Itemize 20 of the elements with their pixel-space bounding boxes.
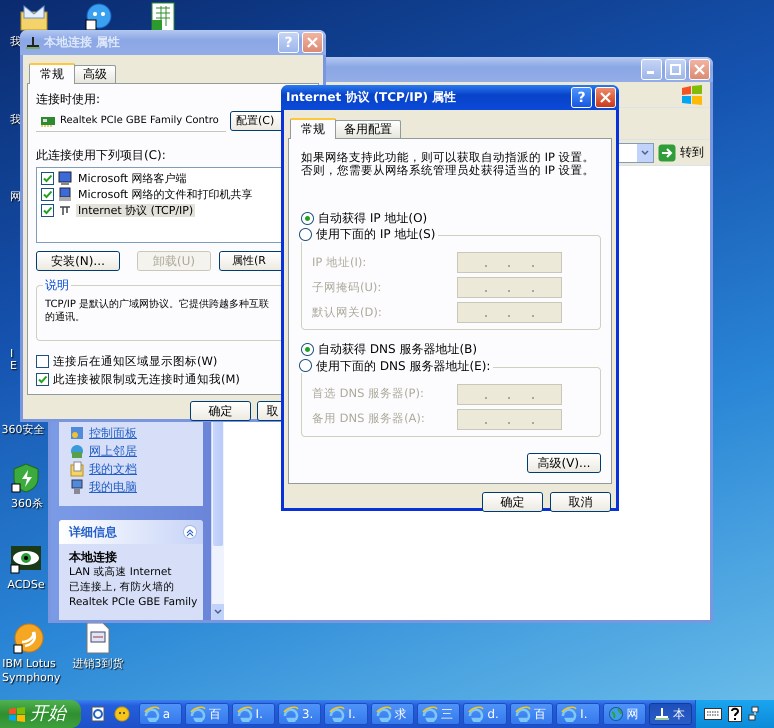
details-text: LAN 或高速 Internet — [69, 565, 172, 580]
icon-label: E — [10, 359, 17, 373]
field-label: 备用 DNS 服务器(A): — [312, 412, 425, 426]
connection-name: 本地连接 — [69, 550, 118, 564]
field-label: 首选 DNS 服务器(P): — [312, 387, 424, 402]
panel-title: 详细信息 — [69, 524, 117, 540]
field-label: 子网掩码(U): — [312, 280, 382, 295]
icon-label: I — [10, 347, 14, 361]
adapter-field: Realtek PCIe GBE Family Contro — [36, 110, 226, 132]
group-label: 说明 — [43, 278, 71, 292]
field-label: 默认网关(D): — [312, 306, 382, 320]
window-title: 本地连接 属性 — [44, 35, 122, 50]
section-label: 此连接使用下列项目(C): — [36, 148, 166, 163]
window-title: Internet 协议 (TCP/IP) 属性 — [286, 90, 458, 105]
description-text: TCP/IP 是默认的广域网协议。它提供跨越多种互联 的通讯。 — [45, 298, 270, 324]
icon-label: 网 — [10, 190, 21, 204]
intro-text: 如果网络支持此功能，则可以获取自动指派的 IP 设置。否则，您需要从网络系统管理员处获得适当的 IP 设置。 — [301, 151, 596, 177]
details-text: 已连接上, 有防火墙的 — [69, 580, 175, 594]
field-label: IP 地址(I): — [312, 256, 366, 270]
details-text: Realtek PCIe GBE Family — [69, 595, 198, 610]
